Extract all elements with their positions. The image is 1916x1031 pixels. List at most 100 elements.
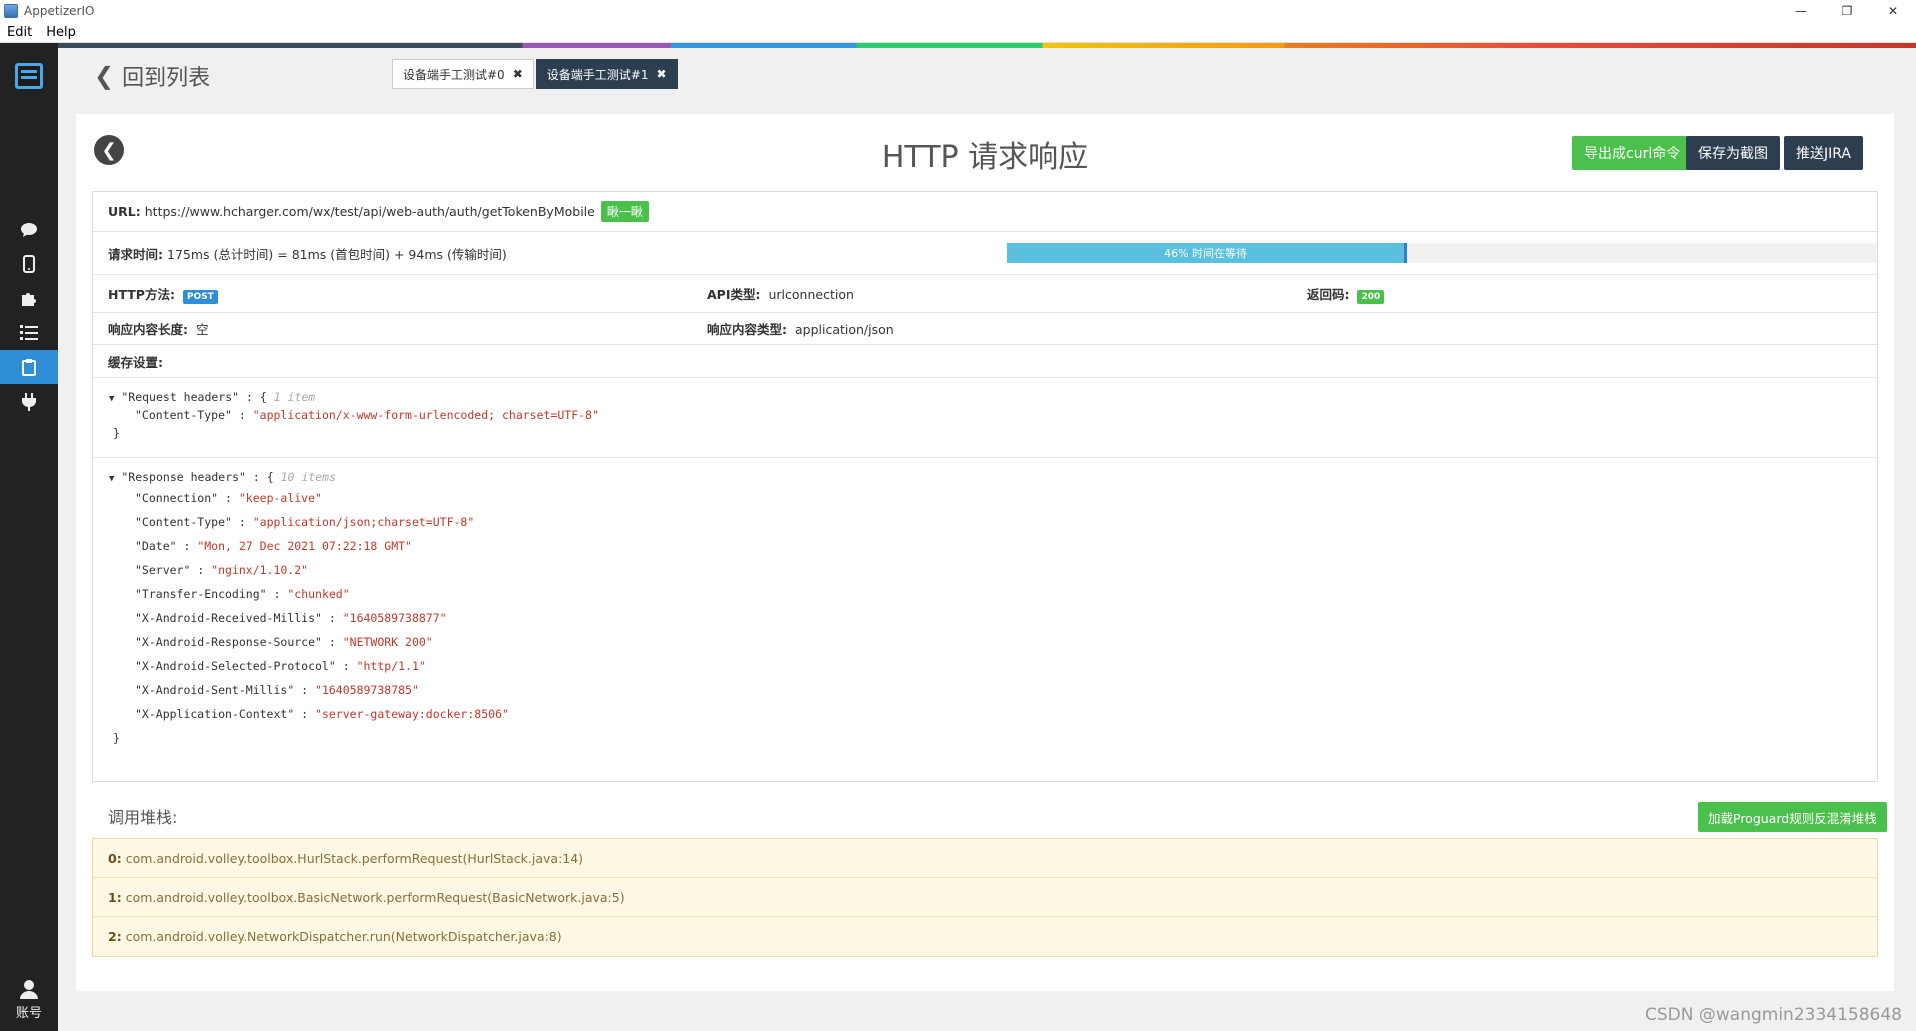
frame-text: com.android.volley.NetworkDispatcher.run… [125,929,562,944]
collapse-triangle-icon[interactable]: ▼ [109,474,114,484]
plug-icon [22,393,36,411]
api-type-field: API类型: urlconnection [707,284,854,303]
frame-text: com.android.volley.toolbox.BasicNetwork.… [125,889,625,905]
sidebar: 账号 [0,43,58,1031]
close-window-button[interactable]: ✕ [1870,0,1916,22]
status-code-label: 返回码: [1307,286,1350,302]
json-value: "server-gateway:docker:8506" [315,707,509,721]
load-proguard-button[interactable]: 加载Proguard规则反混淆堆栈 [1698,802,1887,832]
save-screenshot-button[interactable]: 保存为截图 [1686,136,1780,170]
json-key: "X-Application-Context" [135,707,295,721]
wait-progress-fill: 46% 时间在等待 [1007,243,1408,263]
json-key: "Connection" [135,491,219,505]
api-type-label: API类型: [707,287,761,302]
window-controls: — ❐ ✕ [1778,0,1916,22]
minimize-button[interactable]: — [1778,0,1824,22]
watermark: CSDN @wangmin2334158648 [1645,1005,1902,1025]
close-icon[interactable]: ✖ [513,67,523,81]
tab-session-1[interactable]: 设备端手工测试#1 ✖ [535,59,678,89]
export-curl-button[interactable]: 导出成curl命令 [1572,136,1693,170]
sidebar-item-tasks[interactable] [0,315,58,349]
json-entry: "X-Android-Response-Source" : "NETWORK 2… [135,635,433,649]
back-to-list-link[interactable]: ❮ 回到列表 [94,60,210,92]
sidebar-account[interactable]: 账号 [0,979,58,1021]
tab-session-0[interactable]: 设备端手工测试#0 ✖ [392,59,534,89]
json-entry: "X-Android-Received-Millis" : "164058973… [135,611,447,625]
http-method-field: HTTP方法: POST [108,284,218,304]
http-method-label: HTTP方法: [108,286,175,302]
json-entry: "Content-Type" : "application/json;chars… [135,515,475,529]
request-detail-card: ❮ HTTP 请求响应 导出成curl命令 保存为截图 推送JIRA URL: … [76,114,1894,991]
json-entry: "Date" : "Mon, 27 Dec 2021 07:22:18 GMT" [135,539,412,553]
menu-help[interactable]: Help [39,25,83,40]
close-icon[interactable]: ✖ [656,67,666,81]
app-icon [4,4,18,18]
content-length-field: 响应内容长度: 空 [108,319,209,338]
json-entry: "Content-Type" : "application/x-www-form… [135,408,599,422]
list-check-icon [20,325,38,340]
stack-frame[interactable]: 0: com.android.volley.toolbox.HurlStack.p… [93,839,1877,878]
menu-bar: Edit Help [0,22,1916,43]
chevron-left-icon: ❮ [94,62,115,90]
collapse-triangle-icon[interactable]: ▼ [109,394,114,404]
request-time-label: 请求时间: [108,246,163,262]
sidebar-item-clipboard[interactable] [0,350,58,384]
json-entry: "X-Android-Selected-Protocol" : "http/1.… [135,659,426,673]
json-key: "Date" [135,539,177,553]
status-code-badge: 200 [1357,289,1385,304]
content-type-label: 响应内容类型: [707,322,787,337]
wait-progress-bar: 46% 时间在等待 [1007,243,1877,263]
menu-edit[interactable]: Edit [0,25,39,40]
json-key: "Content-Type" [135,408,232,422]
sidebar-item-messages[interactable] [0,213,58,247]
json-key: "Content-Type" [135,515,232,529]
json-key: "X-Android-Selected-Protocol" [135,659,336,673]
status-code-field: 返回码: 200 [1307,284,1385,304]
json-key: "Transfer-Encoding" [135,587,267,601]
stack-frame[interactable]: 2: com.android.volley.NetworkDispatcher.r… [93,917,1877,956]
sidebar-item-plug[interactable] [0,385,58,419]
push-jira-button[interactable]: 推送JIRA [1784,136,1863,170]
api-type-value: urlconnection [768,287,854,302]
request-headers-line: ▼ "Request headers" : { 1 item [109,390,316,404]
json-value: "application/x-www-form-urlencoded; char… [252,408,599,422]
json-key: "X-Android-Received-Millis" [135,611,322,625]
frame-index: 0: [108,850,122,866]
http-method-badge: POST [182,289,218,304]
content-row: 响应内容长度: 空 响应内容类型: application/json [93,313,1879,345]
stack-frame[interactable]: 1: com.android.volley.toolbox.BasicNetwor… [93,878,1877,917]
content-type-field: 响应内容类型: application/json [707,319,894,338]
stack-title: 调用堆栈: [108,808,178,827]
json-close-brace: } [113,731,120,745]
json-entry: "X-Application-Context" : "server-gatewa… [135,707,509,721]
title-bar: AppetizerIO — ❐ ✕ [0,0,1916,22]
account-label: 账号 [15,1006,42,1021]
frame-text: com.android.volley.toolbox.HurlStack.per… [125,850,584,866]
card-header: ❮ HTTP 请求响应 导出成curl命令 保存为截图 推送JIRA [76,114,1894,186]
json-value: "application/json;charset=UTF-8" [252,515,475,529]
app-logo-icon[interactable] [15,63,43,89]
json-entry: "Transfer-Encoding" : "chunked" [135,587,350,601]
session-tabs: 设备端手工测试#0 ✖ 设备端手工测试#1 ✖ [392,59,680,89]
tab-label: 设备端手工测试#1 [546,67,649,82]
stack-trace-list: 0: com.android.volley.toolbox.HurlStack.p… [92,838,1878,957]
content-length-value: 空 [195,322,209,337]
response-headers-line: ▼ "Response headers" : { 10 items [109,470,336,484]
json-key: "Server" [135,563,191,577]
request-headers-key: "Request headers" [121,390,240,404]
user-icon [20,980,38,999]
sidebar-item-device[interactable] [0,247,58,281]
request-headers-json: ▼ "Request headers" : { 1 item "Content-… [93,378,1879,458]
request-time-row: 请求时间: 175ms (总计时间) = 81ms (首包时间) + 94ms … [93,232,1879,275]
json-entry: "Connection" : "keep-alive" [135,491,322,505]
json-close-brace: } [113,426,120,440]
sidebar-item-plugins[interactable] [0,281,58,315]
look-button[interactable]: 瞅一瞅 [600,201,649,222]
json-entry: "Server" : "nginx/1.10.2" [135,563,309,577]
chat-icon [21,223,37,237]
back-label: 回到列表 [122,66,211,91]
maximize-button[interactable]: ❐ [1824,0,1870,22]
json-value: "NETWORK 200" [342,635,433,649]
header: ❮ 回到列表 设备端手工测试#0 ✖ 设备端手工测试#1 ✖ [58,48,1916,100]
cache-label: 缓存设置: [108,354,163,370]
